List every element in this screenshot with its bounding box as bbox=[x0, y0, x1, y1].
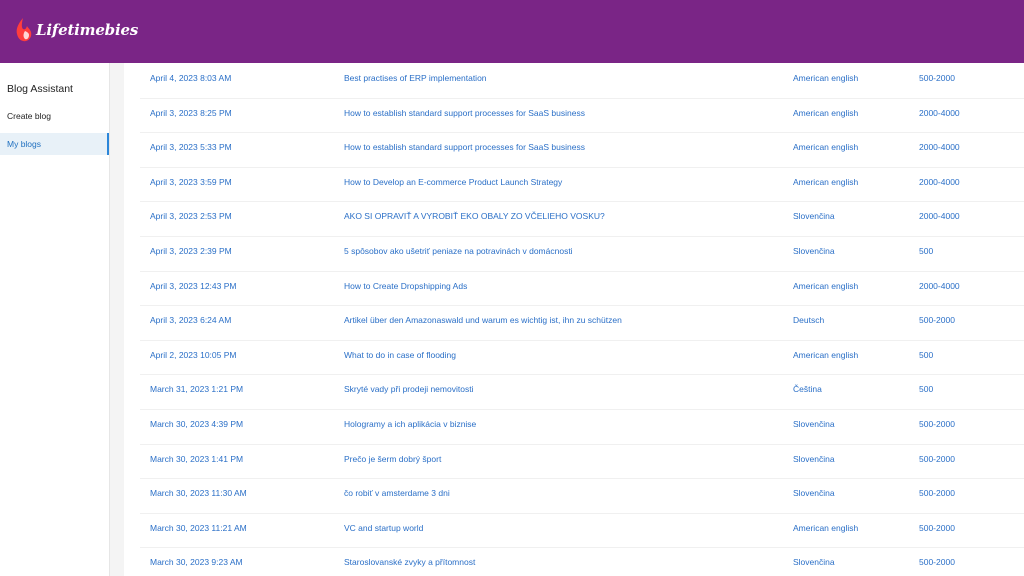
table-row[interactable]: April 3, 2023 2:39 PM 5 spôsobov ako uše… bbox=[140, 236, 1024, 272]
blog-title[interactable]: VC and startup world bbox=[344, 523, 423, 533]
sidebar-title: Blog Assistant bbox=[7, 83, 73, 95]
blog-word-count[interactable]: 500 bbox=[919, 384, 933, 394]
blog-language[interactable]: American english bbox=[793, 73, 858, 83]
brand-name: Lifetimebies bbox=[36, 21, 139, 39]
blog-list: April 4, 2023 8:03 AM Best practises of … bbox=[124, 63, 1024, 576]
table-row[interactable]: April 3, 2023 3:59 PM How to Develop an … bbox=[140, 167, 1024, 203]
table-row[interactable]: March 30, 2023 4:39 PM Hologramy a ich a… bbox=[140, 409, 1024, 445]
blog-title[interactable]: čo robiť v amsterdame 3 dni bbox=[344, 488, 450, 498]
blog-language[interactable]: American english bbox=[793, 523, 858, 533]
blog-word-count[interactable]: 2000-4000 bbox=[919, 211, 960, 221]
blog-title[interactable]: What to do in case of flooding bbox=[344, 350, 456, 360]
sidebar-item-my-blogs[interactable]: My blogs bbox=[0, 133, 109, 155]
blog-title[interactable]: AKO SI OPRAVIŤ A VYROBIŤ EKO OBALY ZO VČ… bbox=[344, 211, 605, 221]
blog-date[interactable]: April 3, 2023 6:24 AM bbox=[150, 315, 231, 325]
blog-title[interactable]: Prečo je šerm dobrý šport bbox=[344, 454, 441, 464]
blog-date[interactable]: April 3, 2023 2:53 PM bbox=[150, 211, 232, 221]
blog-language[interactable]: Slovenčina bbox=[793, 488, 835, 498]
blog-title[interactable]: Best practises of ERP implementation bbox=[344, 73, 487, 83]
blog-date[interactable]: March 31, 2023 1:21 PM bbox=[150, 384, 243, 394]
blog-title[interactable]: Artikel über den Amazonaswald und warum … bbox=[344, 315, 622, 325]
blog-title[interactable]: Staroslovanské zvyky a přítomnost bbox=[344, 557, 475, 567]
blog-date[interactable]: April 3, 2023 5:33 PM bbox=[150, 142, 232, 152]
blog-language[interactable]: American english bbox=[793, 281, 858, 291]
brand-logo[interactable]: Lifetimebies bbox=[14, 17, 138, 43]
blog-word-count[interactable]: 500 bbox=[919, 246, 933, 256]
blog-word-count[interactable]: 500-2000 bbox=[919, 73, 955, 83]
blog-title[interactable]: 5 spôsobov ako ušetriť peniaze na potrav… bbox=[344, 246, 573, 256]
blog-language[interactable]: Čeština bbox=[793, 384, 822, 394]
table-row[interactable]: April 3, 2023 2:53 PM AKO SI OPRAVIŤ A V… bbox=[140, 201, 1024, 237]
blog-date[interactable]: April 3, 2023 2:39 PM bbox=[150, 246, 232, 256]
sidebar-item-create-blog[interactable]: Create blog bbox=[0, 105, 109, 127]
blog-title[interactable]: How to Develop an E-commerce Product Lau… bbox=[344, 177, 562, 187]
blog-language[interactable]: Deutsch bbox=[793, 315, 824, 325]
blog-date[interactable]: April 4, 2023 8:03 AM bbox=[150, 73, 231, 83]
blog-date[interactable]: April 3, 2023 12:43 PM bbox=[150, 281, 236, 291]
table-row[interactable]: March 30, 2023 9:23 AM Staroslovanské zv… bbox=[140, 547, 1024, 576]
table-row[interactable]: April 2, 2023 10:05 PM What to do in cas… bbox=[140, 340, 1024, 376]
blog-title[interactable]: Hologramy a ich aplikácia v biznise bbox=[344, 419, 476, 429]
blog-date[interactable]: March 30, 2023 4:39 PM bbox=[150, 419, 243, 429]
blog-language[interactable]: Slovenčina bbox=[793, 557, 835, 567]
blog-language[interactable]: Slovenčina bbox=[793, 211, 835, 221]
blog-language[interactable]: American english bbox=[793, 350, 858, 360]
blog-title[interactable]: How to establish standard support proces… bbox=[344, 108, 585, 118]
blog-word-count[interactable]: 500-2000 bbox=[919, 315, 955, 325]
blog-word-count[interactable]: 2000-4000 bbox=[919, 177, 960, 187]
table-row[interactable]: April 3, 2023 8:25 PM How to establish s… bbox=[140, 98, 1024, 134]
table-row[interactable]: March 31, 2023 1:21 PM Skryté vady při p… bbox=[140, 374, 1024, 410]
app-header: Lifetimebies bbox=[0, 0, 1024, 63]
blog-date[interactable]: March 30, 2023 9:23 AM bbox=[150, 557, 243, 567]
blog-date[interactable]: March 30, 2023 1:41 PM bbox=[150, 454, 243, 464]
blog-language[interactable]: Slovenčina bbox=[793, 454, 835, 464]
table-row[interactable]: April 3, 2023 12:43 PM How to Create Dro… bbox=[140, 271, 1024, 307]
blog-word-count[interactable]: 2000-4000 bbox=[919, 108, 960, 118]
blog-language[interactable]: American english bbox=[793, 108, 858, 118]
blog-title[interactable]: How to establish standard support proces… bbox=[344, 142, 585, 152]
blog-language[interactable]: Slovenčina bbox=[793, 419, 835, 429]
blog-date[interactable]: March 30, 2023 11:30 AM bbox=[150, 488, 247, 498]
table-row[interactable]: April 3, 2023 6:24 AM Artikel über den A… bbox=[140, 305, 1024, 341]
blog-word-count[interactable]: 2000-4000 bbox=[919, 142, 960, 152]
sidebar: Blog Assistant Create blog My blogs bbox=[0, 63, 110, 576]
blog-word-count[interactable]: 500-2000 bbox=[919, 488, 955, 498]
blog-date[interactable]: March 30, 2023 11:21 AM bbox=[150, 523, 247, 533]
blog-date[interactable]: April 3, 2023 8:25 PM bbox=[150, 108, 232, 118]
table-row[interactable]: April 4, 2023 8:03 AM Best practises of … bbox=[140, 63, 1024, 99]
blog-date[interactable]: April 2, 2023 10:05 PM bbox=[150, 350, 236, 360]
table-row[interactable]: March 30, 2023 1:41 PM Prečo je šerm dob… bbox=[140, 444, 1024, 480]
blog-word-count[interactable]: 500-2000 bbox=[919, 557, 955, 567]
table-row[interactable]: April 3, 2023 5:33 PM How to establish s… bbox=[140, 132, 1024, 168]
blog-language[interactable]: Slovenčina bbox=[793, 246, 835, 256]
blog-word-count[interactable]: 500-2000 bbox=[919, 523, 955, 533]
blog-title[interactable]: Skryté vady při prodeji nemovitosti bbox=[344, 384, 473, 394]
blog-word-count[interactable]: 2000-4000 bbox=[919, 281, 960, 291]
table-row[interactable]: March 30, 2023 11:21 AM VC and startup w… bbox=[140, 513, 1024, 549]
table-row[interactable]: March 30, 2023 11:30 AM čo robiť v amste… bbox=[140, 478, 1024, 514]
blog-language[interactable]: American english bbox=[793, 142, 858, 152]
blog-word-count[interactable]: 500 bbox=[919, 350, 933, 360]
blog-word-count[interactable]: 500-2000 bbox=[919, 419, 955, 429]
blog-language[interactable]: American english bbox=[793, 177, 858, 187]
flame-logo-icon bbox=[16, 18, 32, 42]
blog-word-count[interactable]: 500-2000 bbox=[919, 454, 955, 464]
blog-date[interactable]: April 3, 2023 3:59 PM bbox=[150, 177, 232, 187]
blog-title[interactable]: How to Create Dropshipping Ads bbox=[344, 281, 467, 291]
